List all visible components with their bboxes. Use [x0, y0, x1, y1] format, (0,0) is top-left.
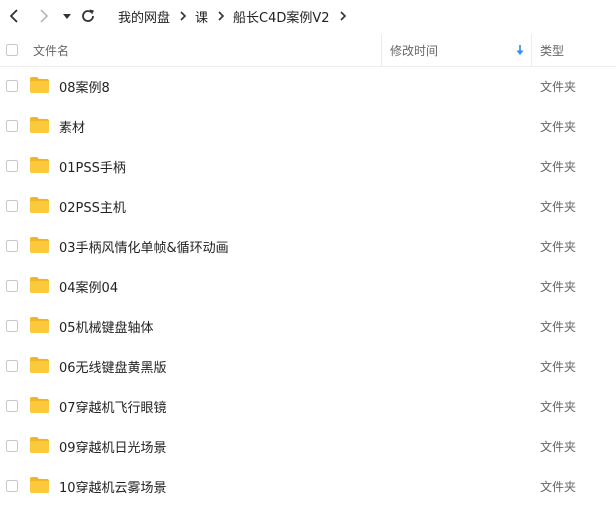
- breadcrumb-separator-icon: [339, 10, 347, 22]
- chevron-right-icon: [40, 9, 49, 23]
- file-type: 文件夹: [540, 279, 577, 294]
- row-checkbox[interactable]: [6, 360, 18, 372]
- back-button[interactable]: [4, 6, 24, 26]
- folder-icon: [30, 157, 49, 173]
- file-name[interactable]: 10穿越机云雾场景: [59, 466, 167, 506]
- file-type: 文件夹: [540, 119, 577, 134]
- file-type: 文件夹: [540, 239, 577, 254]
- breadcrumb: 我的网盘 课 船长C4D案例V2: [118, 0, 355, 32]
- breadcrumb-item-root[interactable]: 我的网盘: [118, 7, 170, 26]
- file-row[interactable]: 04案例04 文件夹: [0, 266, 616, 306]
- refresh-icon: [82, 9, 94, 22]
- row-checkbox[interactable]: [6, 120, 18, 132]
- row-checkbox[interactable]: [6, 200, 18, 212]
- refresh-button[interactable]: [78, 6, 98, 26]
- file-row[interactable]: 素材 文件夹: [0, 106, 616, 146]
- history-dropdown-button[interactable]: [57, 6, 77, 26]
- file-list-header: 文件名 修改时间 类型: [0, 34, 616, 67]
- folder-icon: [30, 77, 49, 93]
- file-row[interactable]: 05机械键盘轴体 文件夹: [0, 306, 616, 346]
- file-type: 文件夹: [540, 479, 577, 494]
- column-divider[interactable]: [381, 34, 382, 66]
- file-row[interactable]: 08案例8 文件夹: [0, 66, 616, 106]
- file-type: 文件夹: [540, 399, 577, 414]
- forward-button[interactable]: [34, 6, 54, 26]
- folder-icon: [30, 397, 49, 413]
- folder-icon: [30, 197, 49, 213]
- file-type: 文件夹: [540, 79, 577, 94]
- file-name[interactable]: 07穿越机飞行眼镜: [59, 386, 167, 426]
- folder-icon: [30, 437, 49, 453]
- row-checkbox[interactable]: [6, 320, 18, 332]
- file-name[interactable]: 05机械键盘轴体: [59, 306, 154, 346]
- file-type: 文件夹: [540, 199, 577, 214]
- file-name[interactable]: 06无线键盘黄黑版: [59, 346, 167, 386]
- file-name[interactable]: 03手柄风情化单帧&循环动画: [59, 226, 229, 266]
- folder-icon: [30, 317, 49, 333]
- breadcrumb-separator-icon: [217, 10, 225, 22]
- column-divider[interactable]: [531, 34, 532, 66]
- row-checkbox[interactable]: [6, 80, 18, 92]
- breadcrumb-separator-icon: [179, 10, 187, 22]
- file-row[interactable]: 02PSS主机 文件夹: [0, 186, 616, 226]
- file-name[interactable]: 01PSS手柄: [59, 146, 126, 186]
- file-name[interactable]: 04案例04: [59, 266, 118, 306]
- file-row[interactable]: 10穿越机云雾场景 文件夹: [0, 466, 616, 506]
- folder-icon: [30, 237, 49, 253]
- file-type: 文件夹: [540, 319, 577, 334]
- row-checkbox[interactable]: [6, 400, 18, 412]
- folder-icon: [30, 357, 49, 373]
- sort-arrow-down-icon[interactable]: [515, 44, 525, 56]
- folder-icon: [30, 477, 49, 493]
- chevron-left-icon: [9, 9, 18, 23]
- file-name[interactable]: 素材: [59, 106, 85, 146]
- row-checkbox[interactable]: [6, 160, 18, 172]
- folder-icon: [30, 277, 49, 293]
- caret-down-icon: [63, 14, 71, 19]
- file-name[interactable]: 02PSS主机: [59, 186, 126, 226]
- folder-icon: [30, 117, 49, 133]
- row-checkbox[interactable]: [6, 240, 18, 252]
- file-row[interactable]: 03手柄风情化单帧&循环动画 文件夹: [0, 226, 616, 266]
- column-header-name[interactable]: 文件名: [33, 34, 69, 66]
- column-header-modified[interactable]: 修改时间: [390, 34, 438, 66]
- file-name[interactable]: 08案例8: [59, 66, 110, 106]
- column-header-type[interactable]: 类型: [540, 34, 564, 66]
- toolbar: 我的网盘 课 船长C4D案例V2: [0, 0, 616, 34]
- file-type: 文件夹: [540, 439, 577, 454]
- file-row[interactable]: 06无线键盘黄黑版 文件夹: [0, 346, 616, 386]
- file-row[interactable]: 07穿越机飞行眼镜 文件夹: [0, 386, 616, 426]
- row-checkbox[interactable]: [6, 480, 18, 492]
- row-checkbox[interactable]: [6, 440, 18, 452]
- breadcrumb-item-current[interactable]: 船长C4D案例V2: [233, 7, 330, 26]
- file-name[interactable]: 09穿越机日光场景: [59, 426, 167, 466]
- file-row[interactable]: 01PSS手柄 文件夹: [0, 146, 616, 186]
- breadcrumb-item-course[interactable]: 课: [195, 7, 208, 26]
- row-checkbox[interactable]: [6, 280, 18, 292]
- file-row[interactable]: 09穿越机日光场景 文件夹: [0, 426, 616, 466]
- file-type: 文件夹: [540, 159, 577, 174]
- select-all-checkbox[interactable]: [6, 44, 18, 56]
- file-type: 文件夹: [540, 359, 577, 374]
